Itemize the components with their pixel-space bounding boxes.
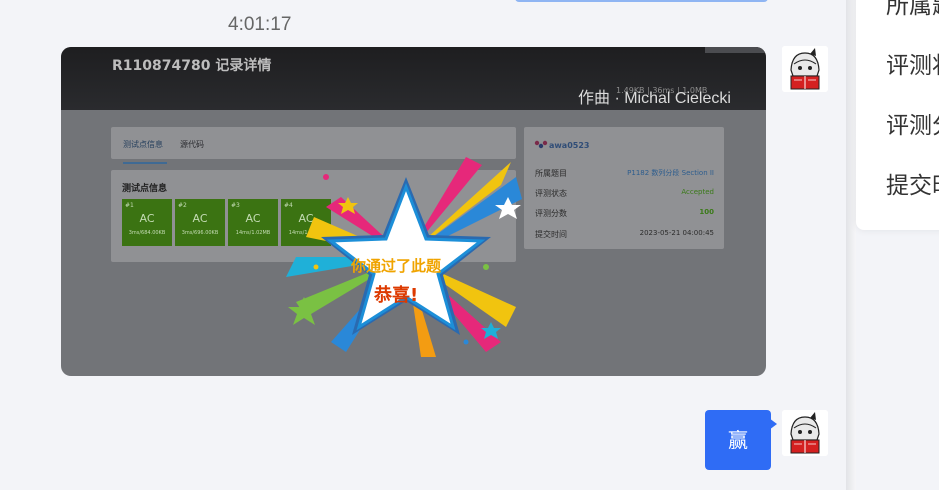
- avatar-anime-girl-icon: [782, 410, 828, 456]
- avatar[interactable]: [782, 410, 828, 456]
- right-info-item: 评测分: [886, 113, 939, 139]
- testcase-number: #2: [178, 202, 187, 209]
- testcase-card[interactable]: #1 AC 3ms/684.00KB: [122, 199, 172, 246]
- active-tab-indicator: [123, 162, 167, 164]
- user-logo-icon: [534, 140, 548, 149]
- right-info-panel: 所属题 评测状 评测分 提交时: [856, 0, 939, 230]
- tab-source-code[interactable]: 源代码: [180, 139, 204, 150]
- right-info-item: 评测状: [886, 53, 939, 79]
- info-label: 评测状态: [535, 189, 567, 198]
- avatar[interactable]: [782, 46, 828, 92]
- pass-message-line2: 恭喜!: [374, 285, 419, 306]
- testcase-number: #1: [125, 202, 134, 209]
- info-label: 所属题目: [535, 169, 567, 178]
- problem-link[interactable]: P1182 数列分段 Section II: [627, 168, 714, 178]
- avatar-anime-girl-icon: [782, 46, 828, 92]
- testcase-metrics: 3ms/684.00KB: [128, 230, 166, 236]
- record-screenshot-image[interactable]: R110874780 记录详情 1.49KB | 36ms | 1.0MB 作曲…: [61, 47, 766, 376]
- testcase-card[interactable]: #3 AC 14ms/1.02MB: [228, 199, 278, 246]
- testcase-status: AC: [192, 212, 208, 225]
- score-value: 100: [699, 208, 714, 216]
- info-label: 评测分数: [535, 209, 567, 218]
- testcase-card[interactable]: #2 AC 3ms/696.00KB: [175, 199, 225, 246]
- tab-testcases[interactable]: 测试点信息: [123, 139, 163, 150]
- testcase-number: #3: [231, 202, 240, 209]
- tabs-panel: [111, 127, 516, 159]
- message-timestamp: 4:01:17: [228, 14, 292, 35]
- testcase-metrics: 14ms/1.02MB: [235, 230, 271, 236]
- submit-time-value: 2023-05-21 04:00:45: [639, 229, 714, 237]
- testcase-status: AC: [139, 212, 155, 225]
- username-link[interactable]: awa0523: [549, 141, 589, 150]
- chat-area: 4:01:17 R110874780 记录详情 1.49KB | 36ms | …: [0, 0, 846, 490]
- pass-message-line1: 你通过了此题: [351, 257, 442, 275]
- reply-message-bubble[interactable]: 赢: [705, 410, 777, 470]
- right-info-item: 所属题: [886, 0, 939, 19]
- corner-tab: [705, 47, 765, 53]
- previous-message-bubble[interactable]: [515, 0, 768, 2]
- section-title: 测试点信息: [122, 184, 168, 194]
- judge-status-value: Accepted: [681, 188, 714, 196]
- music-credit: 作曲 · Michal Cielecki: [578, 90, 731, 107]
- info-label: 提交时间: [535, 230, 567, 239]
- testcase-metrics: 3ms/696.00KB: [181, 230, 219, 236]
- right-info-item: 提交时: [886, 173, 939, 199]
- record-title: R110874780 记录详情: [112, 58, 272, 74]
- testcase-status: AC: [245, 212, 261, 225]
- panel-divider: [846, 0, 856, 490]
